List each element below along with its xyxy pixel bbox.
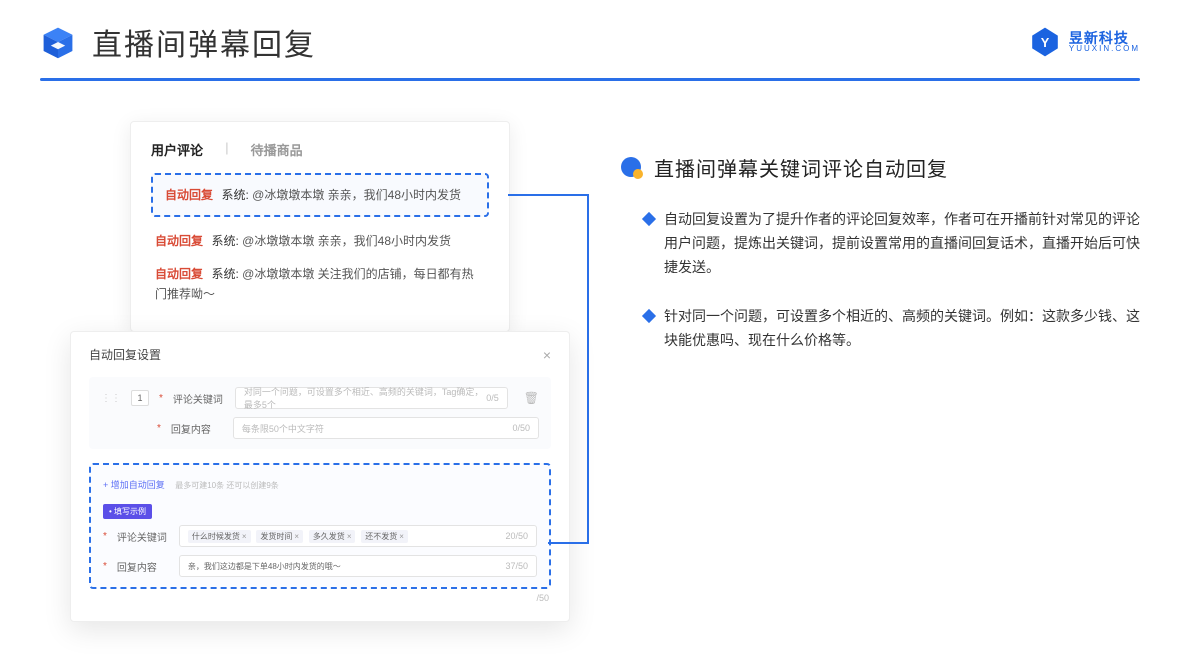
auto-reply-tag: 自动回复 (165, 188, 213, 202)
diamond-icon (642, 309, 656, 323)
reply-placeholder: 每条限50个中文字符 (242, 422, 324, 435)
brand-text: 昱新科技 YUUXIN.COM (1069, 31, 1140, 53)
example-reply-text: 亲，我们这边都是下单48小时内发货的哦～ (188, 561, 341, 572)
cube-icon (40, 24, 76, 60)
tab-pending-products[interactable]: 待播商品 (251, 140, 303, 159)
keyword-count: 0/5 (486, 393, 499, 403)
tag-chip[interactable]: 什么时候发货× (188, 530, 251, 543)
add-auto-reply-link[interactable]: + 增加自动回复 (103, 478, 165, 491)
keyword-input[interactable]: 对同一个问题，可设置多个相近、高频的关键词，Tag确定，最多5个 0/5 (235, 387, 508, 409)
auto-reply-tag: 自动回复 (155, 234, 203, 248)
outer-count: /50 (89, 589, 551, 603)
example-kw-count: 20/50 (505, 531, 528, 541)
keyword-label: 评论关键词 (173, 391, 225, 406)
reply-count: 0/50 (512, 423, 530, 433)
reply-input[interactable]: 每条限50个中文字符 0/50 (233, 417, 539, 439)
example-reply-row: * 回复内容 亲，我们这边都是下单48小时内发货的哦～ 37/50 (103, 555, 537, 577)
example-badge: • 填写示例 (103, 504, 152, 519)
add-hint: 最多可建10条 还可以创建9条 (175, 481, 279, 490)
close-icon[interactable]: × (543, 347, 551, 363)
comment-tabs: 用户评论 | 待播商品 (151, 140, 489, 159)
auto-reply-settings-panel: 自动回复设置 × ⋮⋮ 1 * 评论关键词 对同一个问题，可设置多个相近、高频的… (70, 331, 570, 622)
example-keyword-row: * 评论关键词 什么时候发货× 发货时间× 多久发货× 还不发货× 20/50 (103, 525, 537, 547)
trash-icon[interactable]: 🗑 (524, 391, 539, 405)
system-label: 系统: (211, 267, 242, 281)
example-box: + 增加自动回复 最多可建10条 还可以创建9条 • 填写示例 * 评论关键词 … (89, 463, 551, 589)
bullet-text: 自动回复设置为了提升作者的评论回复效率，作者可在开播前针对常见的评论用户问题，提… (664, 208, 1140, 279)
comment-panel: 用户评论 | 待播商品 自动回复 系统: @冰墩墩本墩 亲亲，我们48小时内发货… (130, 121, 510, 332)
svg-text:Y: Y (1041, 35, 1050, 50)
bullet-item: 针对同一个问题，可设置多个相近的、高频的关键词。例如：这款多少钱、这块能优惠吗、… (620, 305, 1140, 353)
brand-name: 昱新科技 (1069, 31, 1140, 45)
example-reply-label: 回复内容 (117, 559, 169, 574)
tag-chip[interactable]: 发货时间× (256, 530, 303, 543)
header-left: 直播间弹幕回复 (40, 20, 316, 64)
settings-header: 自动回复设置 × (89, 346, 551, 363)
bullet-text: 针对同一个问题，可设置多个相近的、高频的关键词。例如：这款多少钱、这块能优惠吗、… (664, 305, 1140, 353)
reply-label: 回复内容 (171, 421, 223, 436)
section-title: 直播间弹幕关键词评论自动回复 (654, 153, 948, 182)
example-reply-count: 37/50 (505, 561, 528, 571)
tab-user-comments[interactable]: 用户评论 (151, 140, 203, 159)
comment-text: @冰墩墩本墩 亲亲，我们48小时内发货 (242, 234, 451, 248)
auto-reply-tag: 自动回复 (155, 267, 203, 281)
example-kw-label: 评论关键词 (117, 529, 169, 544)
page-header: 直播间弹幕回复 Y 昱新科技 YUUXIN.COM (0, 0, 1180, 64)
page-title: 直播间弹幕回复 (92, 20, 316, 64)
required-star: * (103, 561, 107, 572)
tag-chip[interactable]: 还不发货× (361, 530, 408, 543)
bullet-item: 自动回复设置为了提升作者的评论回复效率，作者可在开播前针对常见的评论用户问题，提… (620, 208, 1140, 279)
brand: Y 昱新科技 YUUXIN.COM (1029, 26, 1140, 58)
settings-title: 自动回复设置 (89, 346, 161, 363)
comment-row: 自动回复 系统: @冰墩墩本墩 亲亲，我们48小时内发货 (151, 227, 489, 259)
bullet-icon (620, 156, 644, 180)
tag-chip[interactable]: 多久发货× (309, 530, 356, 543)
drag-handle-icon[interactable]: ⋮⋮ (101, 393, 121, 404)
example-keyword-input[interactable]: 什么时候发货× 发货时间× 多久发货× 还不发货× 20/50 (179, 525, 537, 547)
keyword-row: ⋮⋮ 1 * 评论关键词 对同一个问题，可设置多个相近、高频的关键词，Tag确定… (101, 387, 539, 409)
right-column: 直播间弹幕关键词评论自动回复 自动回复设置为了提升作者的评论回复效率，作者可在开… (620, 121, 1140, 379)
brand-logo-icon: Y (1029, 26, 1061, 58)
index-box: 1 (131, 390, 149, 406)
section-header: 直播间弹幕关键词评论自动回复 (620, 153, 1140, 182)
keyword-placeholder: 对同一个问题，可设置多个相近、高频的关键词，Tag确定，最多5个 (244, 385, 486, 411)
reply-row: * 回复内容 每条限50个中文字符 0/50 (101, 417, 539, 439)
diamond-icon (642, 212, 656, 226)
example-reply-input[interactable]: 亲，我们这边都是下单48小时内发货的哦～ 37/50 (179, 555, 537, 577)
brand-url: YUUXIN.COM (1069, 45, 1140, 53)
comment-row: 自动回复 系统: @冰墩墩本墩 关注我们的店铺，每日都有热门推荐呦～ (151, 260, 489, 313)
required-star: * (103, 531, 107, 542)
comment-row-highlighted: 自动回复 系统: @冰墩墩本墩 亲亲，我们48小时内发货 (151, 173, 489, 217)
form-group-main: ⋮⋮ 1 * 评论关键词 对同一个问题，可设置多个相近、高频的关键词，Tag确定… (89, 377, 551, 449)
tab-divider: | (225, 140, 229, 159)
system-label: 系统: (211, 234, 242, 248)
comment-text: @冰墩墩本墩 亲亲，我们48小时内发货 (252, 188, 461, 202)
system-label: 系统: (221, 188, 252, 202)
required-star: * (159, 393, 163, 404)
required-star: * (157, 423, 161, 434)
